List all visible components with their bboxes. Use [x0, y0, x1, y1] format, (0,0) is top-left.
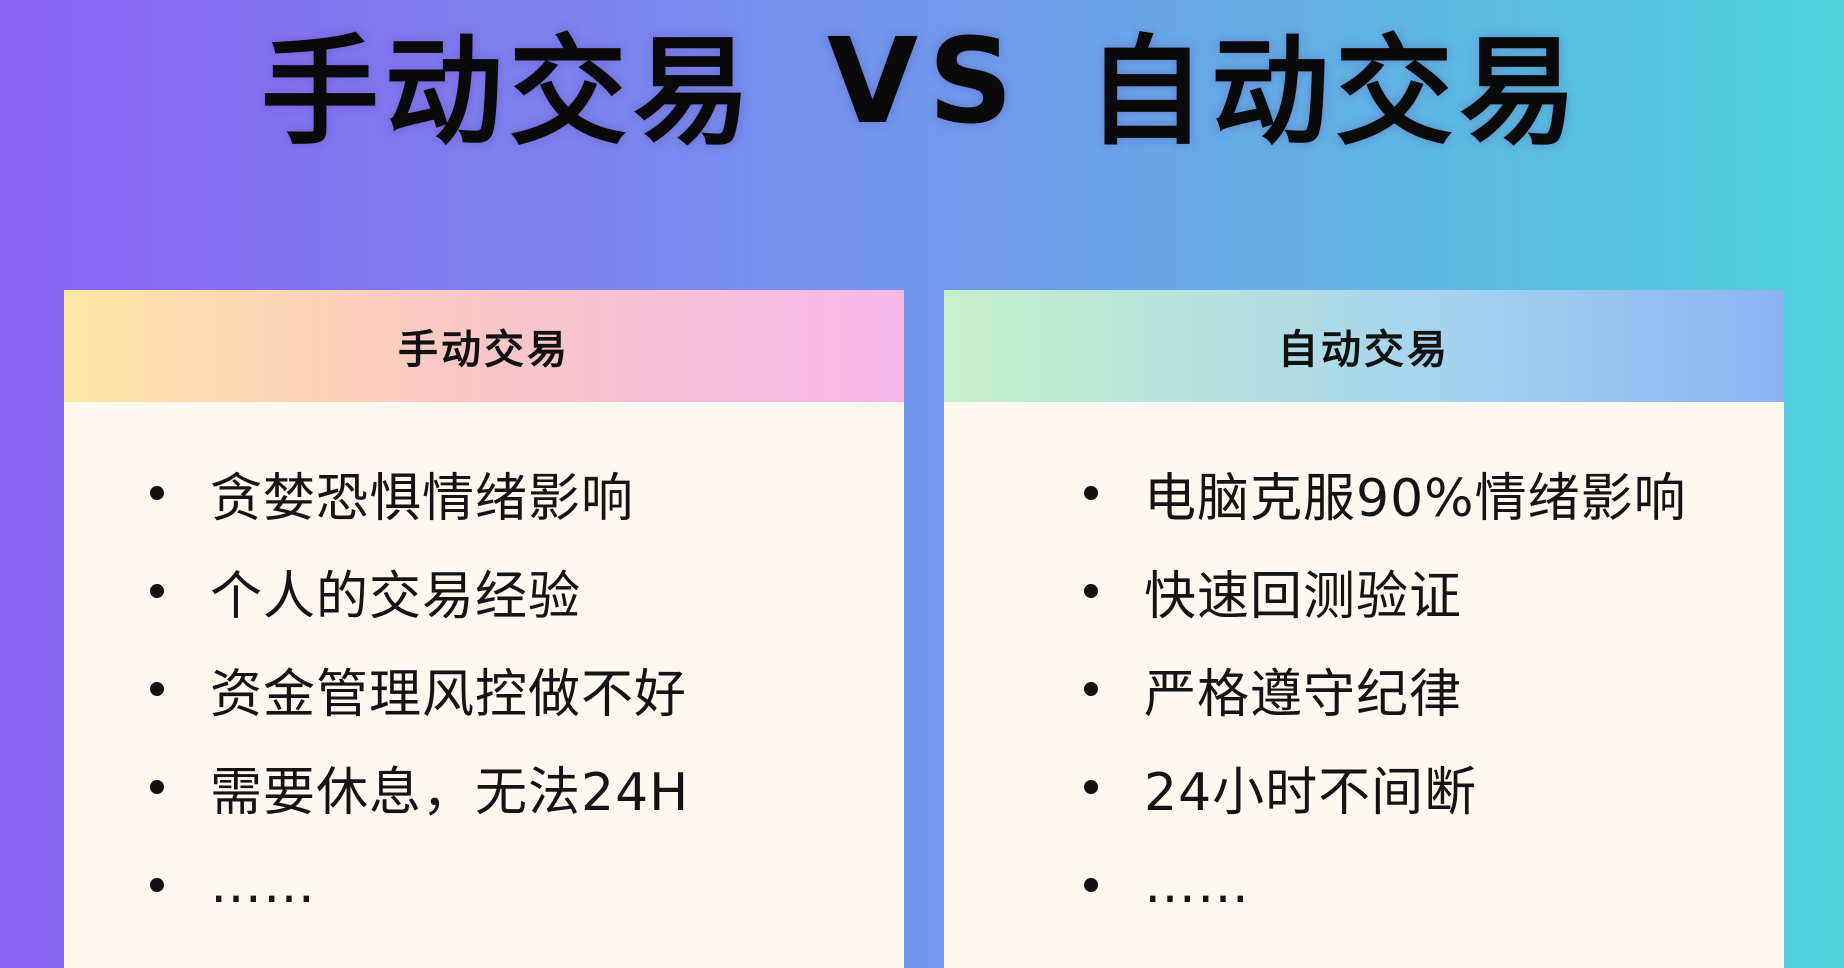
- list-item: 24小时不间断: [1084, 738, 1687, 836]
- list-item: 资金管理风控做不好: [150, 640, 689, 738]
- page-title: 手动交易 VS 自动交易: [0, 6, 1844, 161]
- bullet-icon: [150, 584, 164, 598]
- bullet-icon: [150, 780, 164, 794]
- list-item-text: 快速回测验证: [1144, 566, 1463, 627]
- auto-trading-list: 电脑克服90%情绪影响 快速回测验证 严格遵守纪律 24小时不间断 ……: [1084, 469, 1687, 934]
- list-item: 严格遵守纪律: [1084, 640, 1687, 738]
- title-vs: VS: [826, 12, 1024, 150]
- list-item: 个人的交易经验: [150, 542, 689, 640]
- list-item-text: 电脑克服90%情绪影响: [1144, 468, 1687, 529]
- list-item-text: 24小时不间断: [1144, 762, 1478, 823]
- list-item-text: 资金管理风控做不好: [210, 664, 688, 725]
- list-item-text: ……: [1144, 855, 1250, 915]
- title-auto-trading: 自动交易: [1087, 22, 1584, 161]
- manual-trading-list: 贪婪恐惧情绪影响 个人的交易经验 资金管理风控做不好 需要休息，无法24H ……: [150, 469, 689, 934]
- bullet-icon: [150, 486, 164, 500]
- manual-trading-card: 手动交易 贪婪恐惧情绪影响 个人的交易经验 资金管理风控做不好 需要休息，无法2…: [64, 290, 904, 968]
- bullet-icon: [1084, 682, 1098, 696]
- list-item-text: 贪婪恐惧情绪影响: [210, 468, 635, 529]
- bullet-icon: [150, 878, 164, 892]
- list-item-text: 严格遵守纪律: [1144, 664, 1463, 725]
- list-item: ……: [150, 836, 689, 934]
- list-item: 快速回测验证: [1084, 542, 1687, 640]
- list-item: 贪婪恐惧情绪影响: [150, 444, 689, 542]
- bullet-icon: [150, 682, 164, 696]
- bullet-icon: [1084, 780, 1098, 794]
- list-item-text: 需要休息，无法24H: [210, 762, 690, 823]
- list-item-text: 个人的交易经验: [210, 566, 582, 627]
- list-item: 需要休息，无法24H: [150, 738, 689, 836]
- list-item: 电脑克服90%情绪影响: [1084, 444, 1687, 542]
- bullet-icon: [1084, 486, 1098, 500]
- bullet-icon: [1084, 584, 1098, 598]
- list-item: ……: [1084, 836, 1687, 934]
- list-item-text: ……: [210, 855, 316, 915]
- auto-trading-card: 自动交易 电脑克服90%情绪影响 快速回测验证 严格遵守纪律 24小时不间断 ……: [944, 290, 1784, 968]
- title-manual-trading: 手动交易: [260, 22, 757, 161]
- bullet-icon: [1084, 878, 1098, 892]
- card-header-manual: 手动交易: [64, 290, 904, 402]
- card-header-auto: 自动交易: [944, 290, 1784, 402]
